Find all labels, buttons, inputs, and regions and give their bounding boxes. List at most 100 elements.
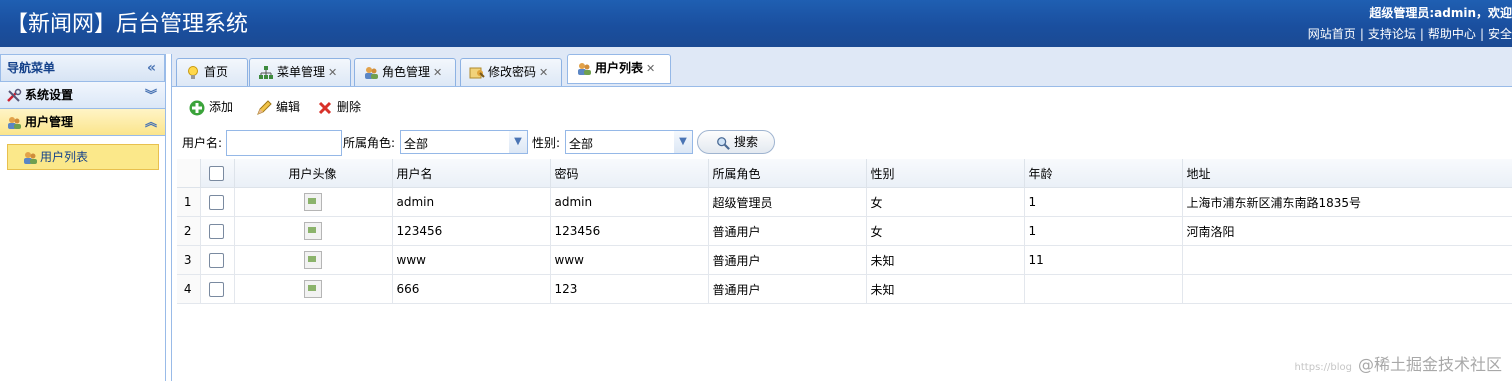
sitemap-icon	[259, 65, 273, 79]
address-cell: 上海市浦东新区浦东南路1835号	[1182, 187, 1512, 217]
column-header-avatar[interactable]: 用户头像	[234, 159, 393, 188]
gender-cell: 未知	[866, 274, 1025, 304]
checkbox-icon[interactable]	[209, 165, 224, 181]
tab-label: 首页	[204, 65, 229, 79]
password-cell: 123	[550, 274, 709, 304]
table-row[interactable]: 2 123456 123456 普通用户 女 1 河南洛阳	[177, 216, 1512, 246]
tab-user-list[interactable]: 用户列表 ✕	[567, 54, 671, 84]
tab-home[interactable]: 首页	[176, 58, 248, 86]
column-header-age[interactable]: 年龄	[1024, 159, 1183, 188]
link-help-center[interactable]: 帮助中心	[1428, 27, 1476, 41]
tab-label: 修改密码	[488, 65, 537, 79]
checkbox-icon[interactable]	[209, 223, 224, 239]
username-cell: 123456	[392, 216, 551, 246]
address-cell: 河南洛阳	[1182, 216, 1512, 246]
tab-bar: 首页 菜单管理 ✕ 角色管理 ✕ 修改密码 ✕ 用户列表 ✕	[172, 54, 1512, 87]
column-header-gender[interactable]: 性别	[866, 159, 1025, 188]
header-links: 网站首页 | 支持论坛 | 帮助中心 | 安全	[1307, 27, 1512, 41]
table-row[interactable]: 3 www www 普通用户 未知 11	[177, 245, 1512, 275]
close-icon[interactable]: ✕	[433, 66, 442, 79]
tab-change-password[interactable]: 修改密码 ✕	[460, 58, 562, 86]
close-icon[interactable]: ✕	[539, 66, 548, 79]
table-row[interactable]: 4 666 123 普通用户 未知	[177, 274, 1512, 304]
username-input[interactable]	[226, 130, 342, 156]
role-cell: 普通用户	[708, 245, 867, 275]
row-checkbox[interactable]	[200, 245, 235, 275]
column-header-address[interactable]: 地址	[1182, 159, 1512, 188]
link-site-home[interactable]: 网站首页	[1308, 27, 1356, 41]
close-icon[interactable]: ✕	[328, 66, 337, 79]
table-header-row: 用户头像 用户名 密码 所属角色 性别 年龄 地址	[177, 159, 1512, 188]
search-icon	[717, 136, 730, 150]
users-icon	[365, 66, 378, 79]
tab-label: 用户列表	[595, 61, 644, 75]
nav-item-user-list[interactable]: 用户列表	[7, 144, 159, 170]
collapse-icon[interactable]: ︽	[145, 109, 157, 135]
table-row[interactable]: 1 admin admin 超级管理员 女 1 上海市浦东新区浦东南路1835号	[177, 187, 1512, 217]
row-number-header	[177, 159, 201, 188]
role-label: 所属角色:	[343, 136, 396, 150]
watermark: https://blog @稀土掘金技术社区	[1295, 351, 1502, 375]
age-cell: 1	[1024, 216, 1183, 246]
username-cell: 666	[392, 274, 551, 304]
nav-section-user-management[interactable]: 用户管理 ︽	[0, 109, 165, 136]
add-label: 添加	[209, 100, 234, 114]
role-select[interactable]: 全部 ▼	[400, 130, 528, 154]
username-label: 用户名:	[182, 136, 223, 150]
checkbox-icon[interactable]	[209, 281, 224, 297]
add-button[interactable]: 添加	[189, 94, 233, 120]
broken-image-icon	[303, 193, 322, 211]
checkbox-icon[interactable]	[209, 252, 224, 268]
row-number: 2	[177, 216, 201, 246]
link-support-forum[interactable]: 支持论坛	[1368, 27, 1416, 41]
row-number: 4	[177, 274, 201, 304]
column-header-role[interactable]: 所属角色	[708, 159, 867, 188]
user-table: 用户头像 用户名 密码 所属角色 性别 年龄 地址 1 admin admin …	[177, 159, 1512, 304]
row-checkbox[interactable]	[200, 187, 235, 217]
select-all-checkbox[interactable]	[200, 159, 235, 188]
users-icon	[8, 116, 21, 129]
tab-label: 菜单管理	[277, 65, 326, 79]
tab-role-management[interactable]: 角色管理 ✕	[354, 58, 456, 86]
gender-select[interactable]: 全部 ▼	[565, 130, 693, 154]
collapse-left-icon[interactable]: «	[147, 55, 156, 81]
delete-button[interactable]: 删除	[317, 94, 361, 120]
role-cell: 普通用户	[708, 274, 867, 304]
layout-gap	[0, 47, 1512, 54]
edit-button[interactable]: 编辑	[256, 94, 300, 120]
app-title: 【新闻网】后台管理系统	[6, 12, 249, 37]
nav-section-system-settings[interactable]: 系统设置 ︾	[0, 82, 165, 109]
watermark-url: https://blog	[1294, 362, 1352, 373]
nav-title-text: 导航菜单	[7, 61, 56, 75]
plus-icon	[189, 100, 205, 115]
expand-icon[interactable]: ︾	[145, 82, 157, 108]
gender-select-value: 全部	[569, 137, 594, 151]
avatar-cell	[234, 187, 393, 217]
chevron-down-icon[interactable]: ▼	[674, 131, 692, 153]
age-cell: 1	[1024, 187, 1183, 217]
lightbulb-icon	[188, 65, 198, 79]
search-button[interactable]: 搜索	[697, 130, 776, 154]
edit-label: 编辑	[276, 100, 301, 114]
password-cell: admin	[550, 187, 709, 217]
checkbox-icon[interactable]	[209, 194, 224, 210]
row-checkbox[interactable]	[200, 274, 235, 304]
column-header-username[interactable]: 用户名	[392, 159, 551, 188]
chevron-down-icon[interactable]: ▼	[509, 131, 527, 153]
search-button-label: 搜索	[734, 135, 759, 149]
delete-icon	[318, 101, 332, 114]
column-header-password[interactable]: 密码	[550, 159, 709, 188]
row-checkbox[interactable]	[200, 216, 235, 246]
password-cell: 123456	[550, 216, 709, 246]
main-panel: 首页 菜单管理 ✕ 角色管理 ✕ 修改密码 ✕ 用户列表 ✕ 添加 编辑 删除 用户名:…	[171, 54, 1512, 381]
nav-title: 导航菜单 «	[0, 54, 165, 82]
gender-cell: 女	[866, 216, 1025, 246]
nav-section-label: 系统设置	[25, 88, 74, 102]
row-number: 1	[177, 187, 201, 217]
link-security[interactable]: 安全	[1488, 27, 1512, 41]
nav-panel: 导航菜单 « 系统设置 ︾ 用户管理 ︽ 用户列表	[0, 54, 166, 381]
close-icon[interactable]: ✕	[646, 62, 655, 75]
broken-image-icon	[303, 222, 322, 240]
avatar-cell	[234, 245, 393, 275]
tab-menu-management[interactable]: 菜单管理 ✕	[249, 58, 351, 86]
